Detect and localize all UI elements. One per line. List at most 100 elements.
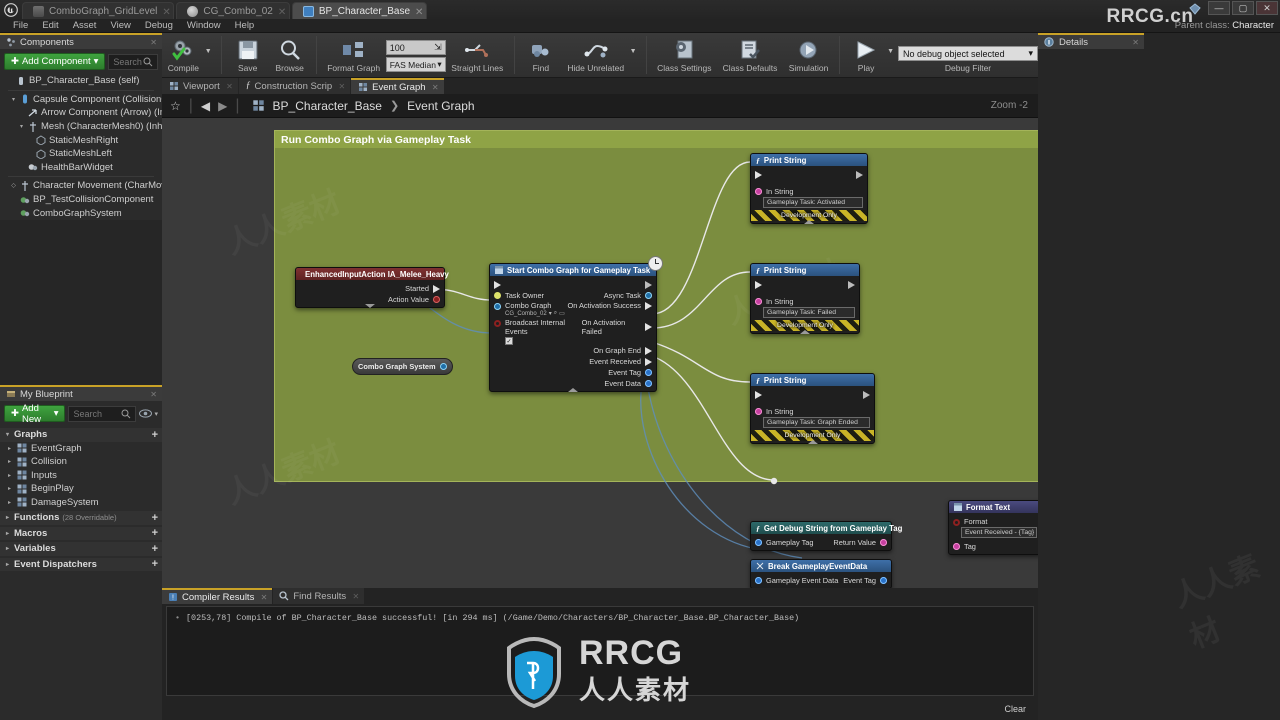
exec-out-pin[interactable] <box>863 390 870 399</box>
menu-view[interactable]: View <box>103 20 137 31</box>
browse-asset-icon[interactable]: ⌕ <box>554 310 557 317</box>
pin-row-tag[interactable]: Tag <box>949 541 1038 552</box>
add-item-button[interactable]: + <box>152 512 158 524</box>
menu-window[interactable]: Window <box>180 20 228 31</box>
find-button[interactable]: Find <box>520 36 562 73</box>
expander-icon[interactable]: ▾ <box>4 431 11 438</box>
tree-row-root[interactable]: BP_Character_Base (self) <box>0 74 162 88</box>
spinner-icon[interactable]: ⇲ <box>434 42 442 53</box>
bookmark-star-icon[interactable]: ☆ <box>170 99 181 113</box>
exec-out-pin[interactable] <box>645 280 652 289</box>
clear-log-button[interactable]: Clear <box>1004 704 1026 714</box>
expander-icon[interactable]: ▸ <box>4 545 11 552</box>
blueprint-graph-item[interactable]: ▸ BeginPlay <box>0 482 162 496</box>
pin-row-gameplay-tag[interactable]: Gameplay Tag Return Value <box>751 537 891 548</box>
tab-components[interactable]: Components ✕ <box>0 33 162 49</box>
pin-row-in-string[interactable]: In String <box>751 406 874 417</box>
combo-graph-value-row[interactable]: CG_Combo_02 ▾ ⌕ ▭ <box>505 310 565 317</box>
pin-row-broadcast-internal[interactable]: Broadcast Internal Events ✓ On Activatio… <box>490 318 656 345</box>
blueprint-group-header[interactable]: ▾ Graphs + <box>0 428 162 442</box>
in-string-value-field[interactable]: Gameplay Task: Failed <box>763 307 855 318</box>
pin-row-event-received[interactable]: Event Received <box>490 356 656 367</box>
my-blueprint-groups[interactable]: ▾ Graphs + ▸ EventGraph ▸ Collision ▸ Inputs ▸ Beg… <box>0 428 162 571</box>
node-combo-graph-system-variable[interactable]: Combo Graph System <box>352 358 453 375</box>
event-tag-out-pin[interactable] <box>880 577 887 584</box>
compile-button[interactable]: Compile <box>162 36 205 73</box>
node-get-debug-string[interactable]: ƒ Get Debug String from Gameplay Tag Gam… <box>750 521 902 551</box>
tree-row[interactable]: ComboGraphSystem <box>0 206 162 220</box>
pin-row-exec-in[interactable] <box>490 279 656 290</box>
expander-icon[interactable]: ▾ <box>18 123 25 130</box>
in-string-pin[interactable] <box>755 188 762 195</box>
close-icon[interactable]: ✕ <box>278 7 286 18</box>
blueprint-graph-item[interactable]: ▸ Inputs <box>0 469 162 483</box>
compiler-log[interactable]: • [0253,78] Compile of BP_Character_Base… <box>166 606 1034 709</box>
broadcast-internal-checkbox[interactable]: ✓ <box>505 337 513 345</box>
pin-row-task-owner[interactable]: Task Owner Async Task <box>490 290 656 301</box>
tag-pin[interactable] <box>953 543 960 550</box>
node-print-string-activated[interactable]: ƒ Print String In String Gameplay Task: … <box>750 153 868 224</box>
pin-row-gameplay-event-data[interactable]: Gameplay Event Data Event Tag <box>751 575 891 586</box>
collapse-arrow-icon[interactable] <box>568 388 578 392</box>
tab-find-results[interactable]: Find Results ✕ <box>273 588 365 604</box>
tree-row[interactable]: BP_TestCollisionComponent <box>0 193 162 207</box>
close-icon[interactable]: ✕ <box>162 7 170 18</box>
format-graph-button[interactable]: Format Graph <box>322 36 386 73</box>
exec-out-pin[interactable] <box>848 280 855 289</box>
tab-compiler-results[interactable]: ! Compiler Results ✕ <box>162 588 273 604</box>
node-format-text[interactable]: Format Text Format Event Received - {Tag… <box>948 500 1038 555</box>
forward-arrow-icon[interactable]: ▶ <box>218 99 227 113</box>
tab-details[interactable]: Details ✕ <box>1038 33 1144 49</box>
blueprint-graph-item[interactable]: ▸ EventGraph <box>0 442 162 456</box>
exec-in-pin[interactable] <box>755 390 762 399</box>
add-new-button[interactable]: ✚ Add New ▾ <box>4 403 66 425</box>
expander-icon[interactable]: ▾ <box>10 96 17 103</box>
expander-icon[interactable]: ▸ <box>6 458 13 465</box>
event-received-pin[interactable] <box>645 357 652 366</box>
pin-row-exec[interactable] <box>751 279 859 290</box>
hide-unrelated-dropdown-arrow[interactable]: ▼ <box>630 48 641 65</box>
node-enhanced-input-action[interactable]: EnhancedInputAction IA_Melee_Heavy Start… <box>295 267 449 308</box>
close-icon[interactable]: ✕ <box>261 593 268 602</box>
play-button[interactable]: Play <box>845 36 887 73</box>
in-string-pin[interactable] <box>755 408 762 415</box>
gameplay-tag-in-pin[interactable] <box>755 539 762 546</box>
pin-row-in-string[interactable]: In String <box>751 186 867 197</box>
pin-row-exec[interactable] <box>751 389 874 400</box>
blueprint-graph-item[interactable]: ▸ DamageSystem <box>0 496 162 510</box>
close-icon[interactable]: ✕ <box>352 592 359 601</box>
event-data-pin[interactable] <box>645 380 652 387</box>
tree-row[interactable]: HealthBarWidget <box>0 161 162 175</box>
tab-viewport[interactable]: Viewport ✕ <box>162 78 238 94</box>
back-arrow-icon[interactable]: ◀ <box>201 99 210 113</box>
breadcrumb-leaf[interactable]: Event Graph <box>407 99 474 113</box>
add-item-button[interactable]: + <box>152 543 158 555</box>
tree-row[interactable]: Arrow Component (Arrow) (Inherited) <box>0 106 162 120</box>
my-blueprint-search-input[interactable]: Search <box>68 405 137 422</box>
node-print-string-graph-ended[interactable]: ƒ Print String In String Gameplay Task: … <box>750 373 875 444</box>
add-item-button[interactable]: + <box>152 429 158 441</box>
blueprint-group-header[interactable]: ▸ Functions (28 Overridable) + <box>0 511 162 525</box>
pin-row-exec[interactable] <box>751 169 867 180</box>
async-task-pin[interactable] <box>645 292 652 299</box>
expander-icon[interactable]: ▸ <box>4 514 11 521</box>
expander-icon[interactable]: ▸ <box>4 561 11 568</box>
menu-asset[interactable]: Asset <box>66 20 104 31</box>
task-owner-pin[interactable] <box>494 292 501 299</box>
collapse-arrow-icon[interactable] <box>804 220 814 224</box>
components-search-input[interactable]: Search <box>108 53 158 70</box>
close-icon[interactable]: ✕ <box>150 390 157 399</box>
debug-object-select[interactable]: No debug object selected ▾ <box>898 46 1038 61</box>
breadcrumb-root[interactable]: BP_Character_Base <box>273 99 382 113</box>
return-value-pin[interactable] <box>880 539 887 546</box>
tab-event-graph[interactable]: Event Graph ✕ <box>351 78 444 94</box>
in-string-value-field[interactable]: Gameplay Task: Activated <box>763 197 863 208</box>
gameplay-event-data-pin[interactable] <box>755 577 762 584</box>
expander-icon[interactable]: ▸ <box>6 445 13 452</box>
expander-icon[interactable]: ◇ <box>10 182 17 189</box>
menu-debug[interactable]: Debug <box>138 20 180 31</box>
log-row[interactable]: • [0253,78] Compile of BP_Character_Base… <box>175 613 1025 623</box>
pin-row-started[interactable]: Started <box>296 283 444 294</box>
tree-row[interactable]: ▾ Capsule Component (CollisionCylinder) <box>0 93 162 107</box>
save-button[interactable]: Save <box>227 36 269 73</box>
